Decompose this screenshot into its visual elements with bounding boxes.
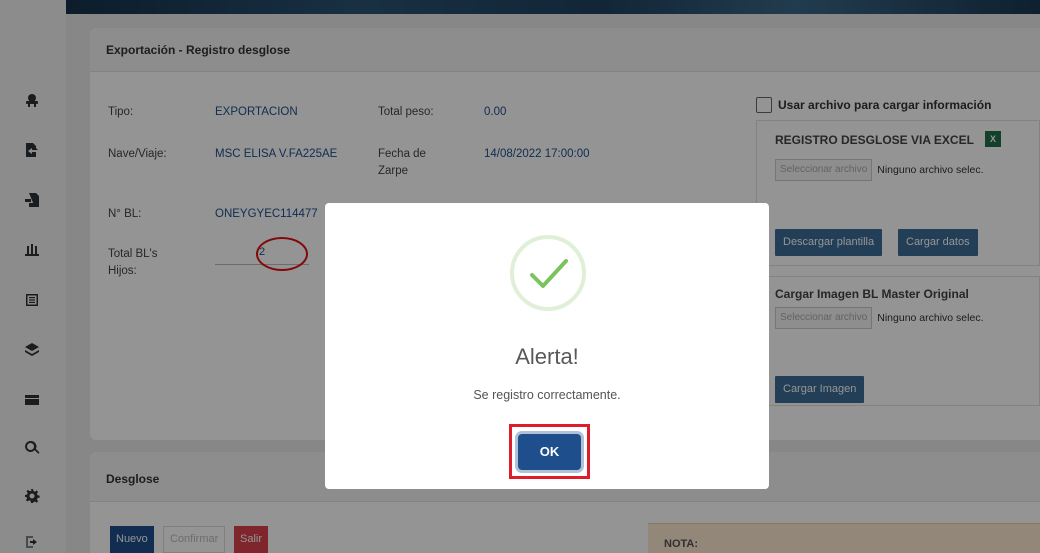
alert-message: Se registro correctamente. bbox=[473, 388, 621, 402]
ok-button[interactable]: OK bbox=[518, 434, 581, 470]
alert-title: Alerta! bbox=[515, 344, 579, 369]
success-check-icon bbox=[510, 235, 586, 311]
